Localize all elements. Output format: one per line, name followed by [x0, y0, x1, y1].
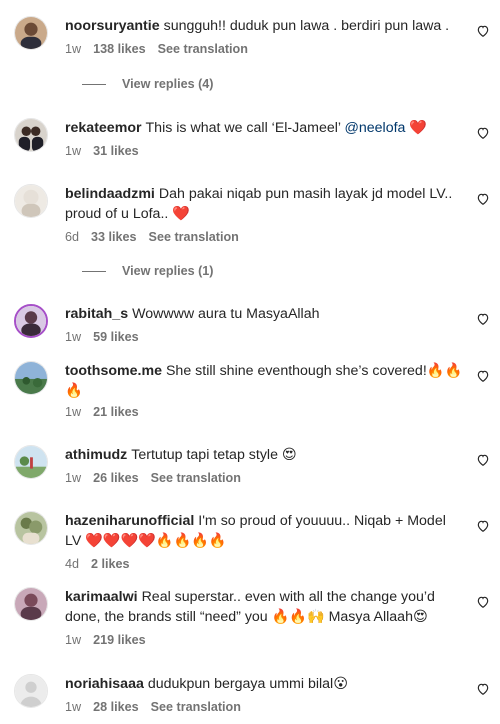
view-replies-button[interactable]: View replies (1)	[82, 264, 213, 278]
heart-outline-icon[interactable]	[476, 312, 490, 326]
comment-likes[interactable]: 28 likes	[93, 700, 139, 714]
heart-outline-icon[interactable]	[476, 453, 490, 467]
view-replies-button[interactable]: View replies (4)	[82, 77, 213, 91]
comment-username[interactable]: noorsuryantie	[65, 18, 160, 34]
comment-meta: 6d 33 likes See translation	[65, 230, 239, 244]
comment-meta: 1w 26 likes See translation	[65, 471, 241, 485]
comment-meta: 1w 21 likes	[65, 405, 139, 419]
avatar[interactable]	[14, 184, 48, 218]
comment-body: toothsome.me She still shine eventhough s…	[65, 361, 465, 401]
see-translation-button[interactable]: See translation	[149, 230, 239, 244]
comment-body: noriahisaaa dudukpun bergaya ummi bilal😮	[65, 674, 465, 694]
comment-likes[interactable]: 33 likes	[91, 230, 137, 244]
comment-time[interactable]: 4d	[65, 557, 79, 571]
comment-time[interactable]: 1w	[65, 144, 81, 158]
comment-text: dudukpun bergaya ummi bilal	[147, 676, 334, 692]
comment-username[interactable]: noriahisaaa	[65, 676, 144, 692]
avatar[interactable]	[14, 587, 48, 621]
comment-time[interactable]: 1w	[65, 330, 81, 344]
comment-time[interactable]: 1w	[65, 405, 81, 419]
comment-body: athimudz Tertutup tapi tetap style 😍	[65, 445, 465, 465]
comment-body: noorsuryantie sungguh!! duduk pun lawa . …	[65, 16, 465, 36]
comment-meta: 1w 28 likes See translation	[65, 700, 241, 714]
comment-likes[interactable]: 2 likes	[91, 557, 130, 571]
heart-outline-icon[interactable]	[476, 519, 490, 533]
comment-username[interactable]: rabitah_s	[65, 306, 128, 322]
comment-username[interactable]: toothsome.me	[65, 363, 162, 379]
comment-body: karimaalwi Real superstar.. even with all…	[65, 587, 465, 627]
avatar[interactable]	[14, 16, 48, 50]
comment-time[interactable]: 1w	[65, 42, 81, 56]
comment-text: She still shine eventhough she’s covered…	[165, 363, 427, 379]
comment-time[interactable]: 1w	[65, 471, 81, 485]
comment-body: rabitah_s Wowwww aura tu MasyaAllah	[65, 304, 465, 324]
comment-text: Wowwww aura tu MasyaAllah	[132, 306, 320, 322]
comment-text: sungguh!! duduk pun lawa . berdiri pun l…	[163, 18, 450, 34]
comment-meta: 1w 59 likes	[65, 330, 139, 344]
avatar[interactable]	[14, 118, 48, 152]
see-translation-button[interactable]: See translation	[151, 471, 241, 485]
comment-emoji: 😮	[333, 676, 348, 692]
comment-time[interactable]: 1w	[65, 700, 81, 714]
mention-link[interactable]: @neelofa	[344, 120, 405, 136]
comment-username[interactable]: rekateemor	[65, 120, 142, 136]
see-translation-button[interactable]: See translation	[158, 42, 248, 56]
comment-body: hazeniharunofficial I'm so proud of youuu…	[65, 511, 465, 551]
comment-time[interactable]: 1w	[65, 633, 81, 647]
avatar[interactable]	[14, 511, 48, 545]
heart-outline-icon[interactable]	[476, 24, 490, 38]
heart-outline-icon[interactable]	[476, 682, 490, 696]
default-avatar-icon[interactable]	[14, 674, 48, 708]
comment-likes[interactable]: 138 likes	[93, 42, 146, 56]
comment-meta: 1w 138 likes See translation	[65, 42, 248, 56]
avatar[interactable]	[14, 361, 48, 395]
heart-outline-icon[interactable]	[476, 192, 490, 206]
comment-username[interactable]: belindaadzmi	[65, 186, 155, 202]
divider-line	[82, 83, 106, 85]
comment-body: belindaadzmi Dah pakai niqab pun masih la…	[65, 184, 465, 224]
view-replies-label: View replies (4)	[122, 77, 214, 91]
comment-body: rekateemor This is what we call ‘El-Jamee…	[65, 118, 465, 138]
comment-username[interactable]: athimudz	[65, 447, 127, 463]
see-translation-button[interactable]: See translation	[151, 700, 241, 714]
comment-meta: 4d 2 likes	[65, 557, 130, 571]
avatar[interactable]	[14, 304, 48, 338]
divider-line	[82, 270, 106, 272]
comment-likes[interactable]: 219 likes	[93, 633, 146, 647]
heart-outline-icon[interactable]	[476, 126, 490, 140]
comment-emoji: 😍	[281, 447, 297, 463]
heart-outline-icon[interactable]	[476, 369, 490, 383]
comment-likes[interactable]: 21 likes	[93, 405, 139, 419]
comment-text: Tertutup tapi tetap style	[131, 447, 278, 463]
comment-emoji: ❤️	[172, 206, 190, 222]
avatar[interactable]	[14, 445, 48, 479]
comment-emoji: ❤️	[409, 120, 428, 136]
comment-username[interactable]: karimaalwi	[65, 589, 138, 605]
comment-likes[interactable]: 31 likes	[93, 144, 139, 158]
comment-emoji: ❤️❤️❤️❤️🔥🔥🔥🔥	[85, 533, 227, 549]
comment-meta: 1w 31 likes	[65, 144, 139, 158]
comment-time[interactable]: 6d	[65, 230, 79, 244]
comment-likes[interactable]: 59 likes	[93, 330, 139, 344]
comment-username[interactable]: hazeniharunofficial	[65, 513, 194, 529]
comment-text: This is what we call ‘El-Jameel’	[145, 120, 341, 136]
view-replies-label: View replies (1)	[122, 264, 214, 278]
comment-likes[interactable]: 26 likes	[93, 471, 139, 485]
heart-outline-icon[interactable]	[476, 595, 490, 609]
comment-meta: 1w 219 likes	[65, 633, 146, 647]
